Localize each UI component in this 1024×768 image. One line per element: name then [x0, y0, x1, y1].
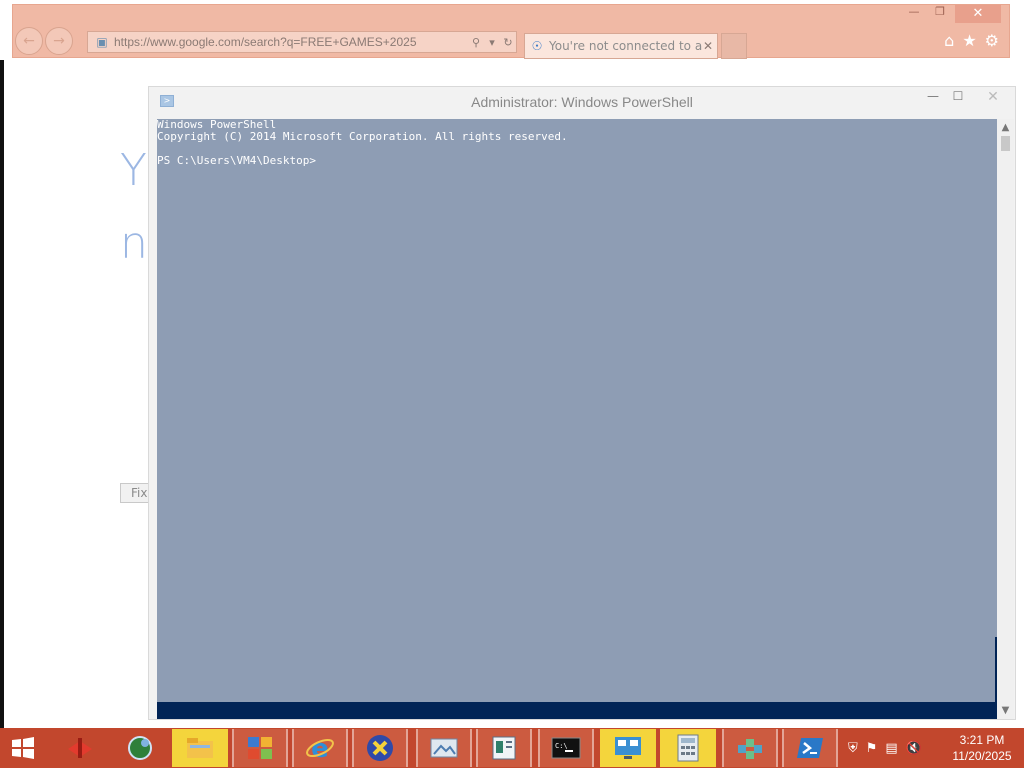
shield-icon[interactable]: ⛨ — [848, 741, 858, 756]
start-button[interactable] — [6, 732, 40, 764]
volume-muted-icon[interactable]: 🔇 — [906, 741, 922, 756]
scroll-thumb[interactable] — [1001, 136, 1010, 151]
taskbar: e C:\ ⛨ ⚑ ▤ 🔇 3:21 PM 11/20/2025 — [0, 728, 1024, 768]
svg-text:e: e — [311, 734, 329, 764]
powershell-icon[interactable] — [782, 729, 838, 767]
clock-time: 3:21 PM — [959, 733, 1005, 747]
address-bar[interactable]: ▣ https://www.google.com/search?q=FREE+G… — [87, 31, 517, 53]
maximize-button[interactable]: ☐ — [946, 89, 970, 107]
console-area[interactable]: Windows PowerShell Copyright (C) 2014 Mi… — [157, 119, 997, 719]
tab-close-icon[interactable]: ✕ — [703, 39, 717, 53]
scroll-up-arrow-icon[interactable]: ▲ — [997, 119, 1014, 136]
forward-icon[interactable]: → — [45, 27, 73, 55]
close-button[interactable]: ✕ — [974, 89, 1012, 107]
tab-label: You're not connected to a ... — [549, 39, 703, 53]
search-icon[interactable]: ⚲ — [468, 36, 484, 49]
settings-gear-icon[interactable]: ⚙ — [985, 31, 999, 50]
network-icon[interactable]: ▤ — [885, 741, 897, 756]
page-icon: ▣ — [96, 35, 108, 49]
console-footer-band — [157, 702, 997, 719]
file-explorer-icon[interactable] — [172, 729, 228, 767]
windows-logo-icon — [12, 737, 34, 759]
browser-toolbar: — ❐ ✕ ← → ▣ https://www.google.com/searc… — [12, 4, 1010, 59]
close-button[interactable]: ✕ — [955, 5, 1001, 23]
internet-explorer-icon[interactable]: e — [292, 729, 348, 767]
network-app-icon[interactable] — [600, 729, 656, 767]
form-app-icon[interactable] — [476, 729, 532, 767]
page-heading-fragment: n — [120, 218, 148, 269]
scroll-down-arrow-icon[interactable]: ▼ — [997, 702, 1014, 719]
favorites-star-icon[interactable]: ★ — [962, 31, 976, 50]
navigation-buttons: ← → — [13, 27, 73, 55]
command-prompt-icon[interactable]: C:\ — [538, 729, 594, 767]
browser-tools: ⌂ ★ ⚙ — [944, 31, 999, 50]
powershell-window: > Administrator: Windows PowerShell — ☐ … — [148, 86, 1016, 720]
minimize-button[interactable]: — — [921, 89, 945, 107]
vertical-scrollbar[interactable]: ▲ ▼ — [997, 119, 1014, 719]
browser-caption-buttons: — ❐ ✕ — [903, 5, 1001, 25]
clock-date: 11/20/2025 — [952, 749, 1012, 763]
x-app-icon[interactable] — [352, 729, 408, 767]
page-heading-fragment: Y — [120, 145, 147, 196]
back-icon[interactable]: ← — [15, 27, 43, 55]
powershell-titlebar[interactable]: > Administrator: Windows PowerShell — ☐ … — [149, 87, 1015, 117]
home-icon[interactable]: ⌂ — [944, 31, 954, 50]
browser-tab[interactable]: ☉ You're not connected to a ... ✕ — [524, 33, 718, 59]
window-title: Administrator: Windows PowerShell — [471, 94, 693, 110]
dropdown-arrow-icon[interactable]: ▾ — [484, 36, 500, 49]
registry-editor-icon[interactable] — [722, 729, 778, 767]
photo-viewer-icon[interactable] — [416, 729, 472, 767]
minimize-button[interactable]: — — [903, 5, 925, 19]
new-tab-button[interactable] — [721, 33, 747, 59]
clock[interactable]: 3:21 PM 11/20/2025 — [950, 732, 1014, 764]
system-tray: ⛨ ⚑ ▤ 🔇 — [848, 728, 948, 768]
window-edge — [0, 60, 4, 728]
calculator-icon[interactable] — [660, 729, 716, 767]
ie-tab-icon: ☉ — [531, 39, 543, 53]
control-panel-icon[interactable] — [232, 729, 288, 767]
restore-button[interactable]: ❐ — [929, 5, 951, 19]
flag-icon[interactable]: ⚑ — [866, 741, 878, 756]
address-url[interactable]: https://www.google.com/search?q=FREE+GAM… — [114, 35, 468, 49]
globe-app-icon[interactable] — [112, 729, 168, 767]
red-app-icon[interactable] — [52, 729, 108, 767]
svg-text:C:\: C:\ — [555, 742, 568, 750]
console-output: Windows PowerShell Copyright (C) 2014 Mi… — [157, 118, 568, 167]
refresh-icon[interactable]: ↻ — [500, 36, 516, 49]
